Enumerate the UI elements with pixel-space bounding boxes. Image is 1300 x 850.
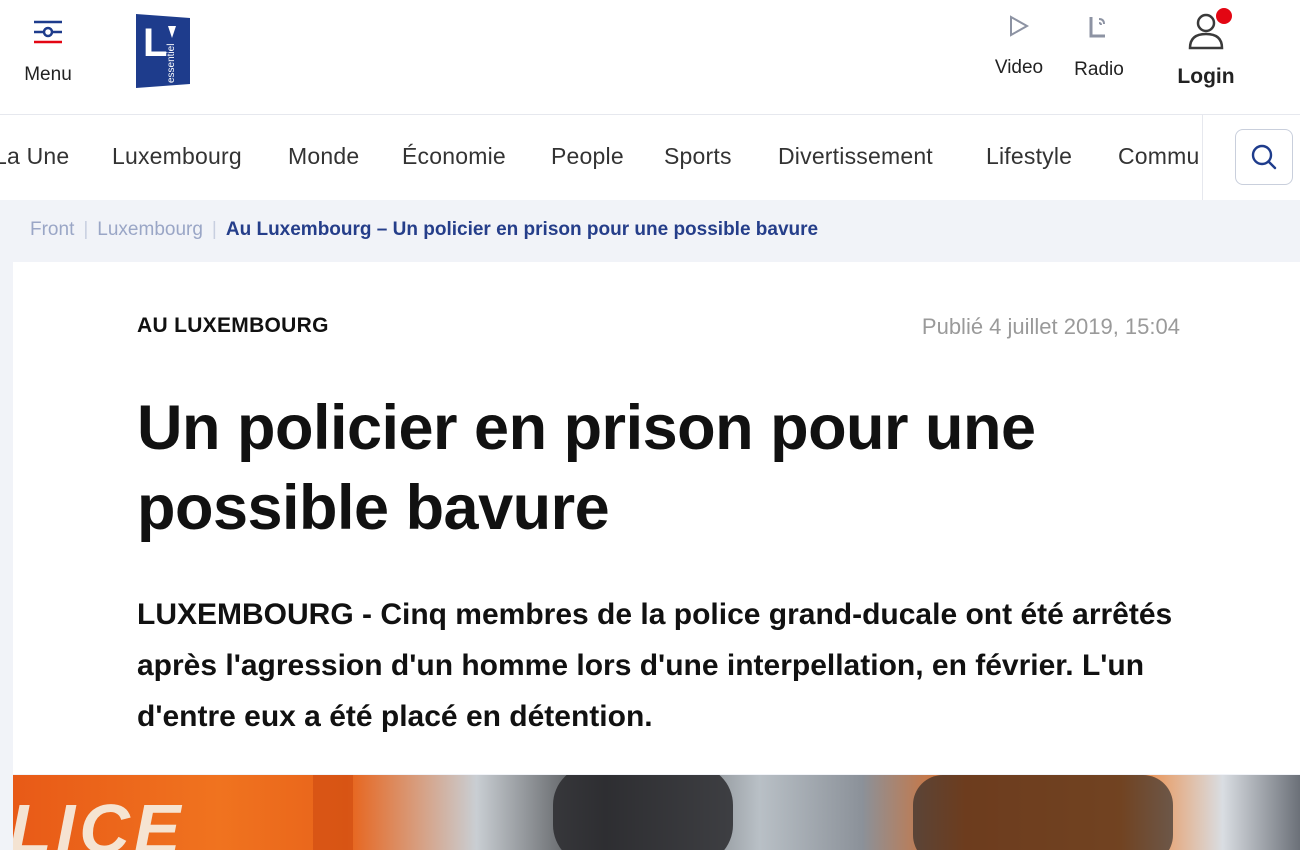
nav-item-communaute[interactable]: Commu	[1118, 143, 1200, 170]
nav-divider	[1202, 115, 1203, 200]
svg-text:essentiel: essentiel	[166, 44, 177, 83]
nav-item-people[interactable]: People	[551, 143, 624, 170]
radio-icon	[1089, 17, 1105, 38]
login-label: Login	[1177, 65, 1235, 88]
nav-item-economie[interactable]: Économie	[402, 143, 506, 170]
article-hero-image: LICE	[13, 775, 1300, 850]
video-button[interactable]: Video	[988, 14, 1050, 100]
hero-image-figure	[553, 775, 733, 850]
site-logo[interactable]: L essentiel	[134, 12, 192, 88]
breadcrumb-current: Au Luxembourg – Un policier en prison po…	[225, 219, 819, 240]
breadcrumb-separator: |	[211, 219, 217, 240]
lessentiel-logo-icon: L essentiel	[136, 14, 190, 88]
article-lead: LUXEMBOURG - Cinq membres de la police g…	[137, 598, 1173, 733]
nav-item-sports[interactable]: Sports	[664, 143, 732, 170]
nav-item-lifestyle[interactable]: Lifestyle	[986, 143, 1072, 170]
login-button[interactable]: Login	[1168, 8, 1244, 96]
breadcrumb-separator: |	[83, 219, 89, 240]
breadcrumb-link-luxembourg[interactable]: Luxembourg	[97, 219, 203, 240]
category-list: La Une Luxembourg Monde Économie People …	[0, 115, 1202, 200]
hero-image-text: LICE	[13, 790, 185, 850]
menu-icon	[34, 20, 62, 44]
video-label: Video	[994, 57, 1044, 78]
category-nav: La Une Luxembourg Monde Économie People …	[0, 115, 1300, 200]
nav-item-divertissement[interactable]: Divertissement	[778, 143, 933, 170]
article-card: AU LUXEMBOURG Publié 4 juillet 2019, 15:…	[13, 262, 1300, 774]
menu-button[interactable]: Menu	[14, 14, 82, 90]
radio-label: Radio	[1074, 59, 1124, 80]
article-kicker: AU LUXEMBOURG	[137, 314, 329, 337]
article-published-date: Publié 4 juillet 2019, 15:04	[921, 314, 1180, 339]
hero-image-stripe	[313, 775, 353, 850]
article-headline: Un policier en prison pour une possible …	[137, 393, 1036, 543]
notification-dot	[1216, 8, 1232, 24]
nav-item-monde[interactable]: Monde	[288, 143, 359, 170]
nav-item-la-une[interactable]: La Une	[0, 143, 69, 170]
nav-item-luxembourg[interactable]: Luxembourg	[112, 143, 242, 170]
radio-button[interactable]: Radio	[1068, 14, 1130, 100]
breadcrumb-link-front[interactable]: Front	[30, 219, 74, 240]
search-button[interactable]	[1235, 129, 1293, 185]
hero-image-figure	[913, 775, 1173, 850]
search-icon	[1251, 144, 1277, 170]
breadcrumb: Front | Luxembourg | Au Luxembourg – Un poli…	[30, 219, 818, 241]
play-icon	[1010, 15, 1030, 37]
menu-label: Menu	[24, 64, 72, 85]
svg-text:L: L	[143, 21, 167, 65]
site-header: Menu L essentiel Video Radio Login	[0, 0, 1300, 115]
